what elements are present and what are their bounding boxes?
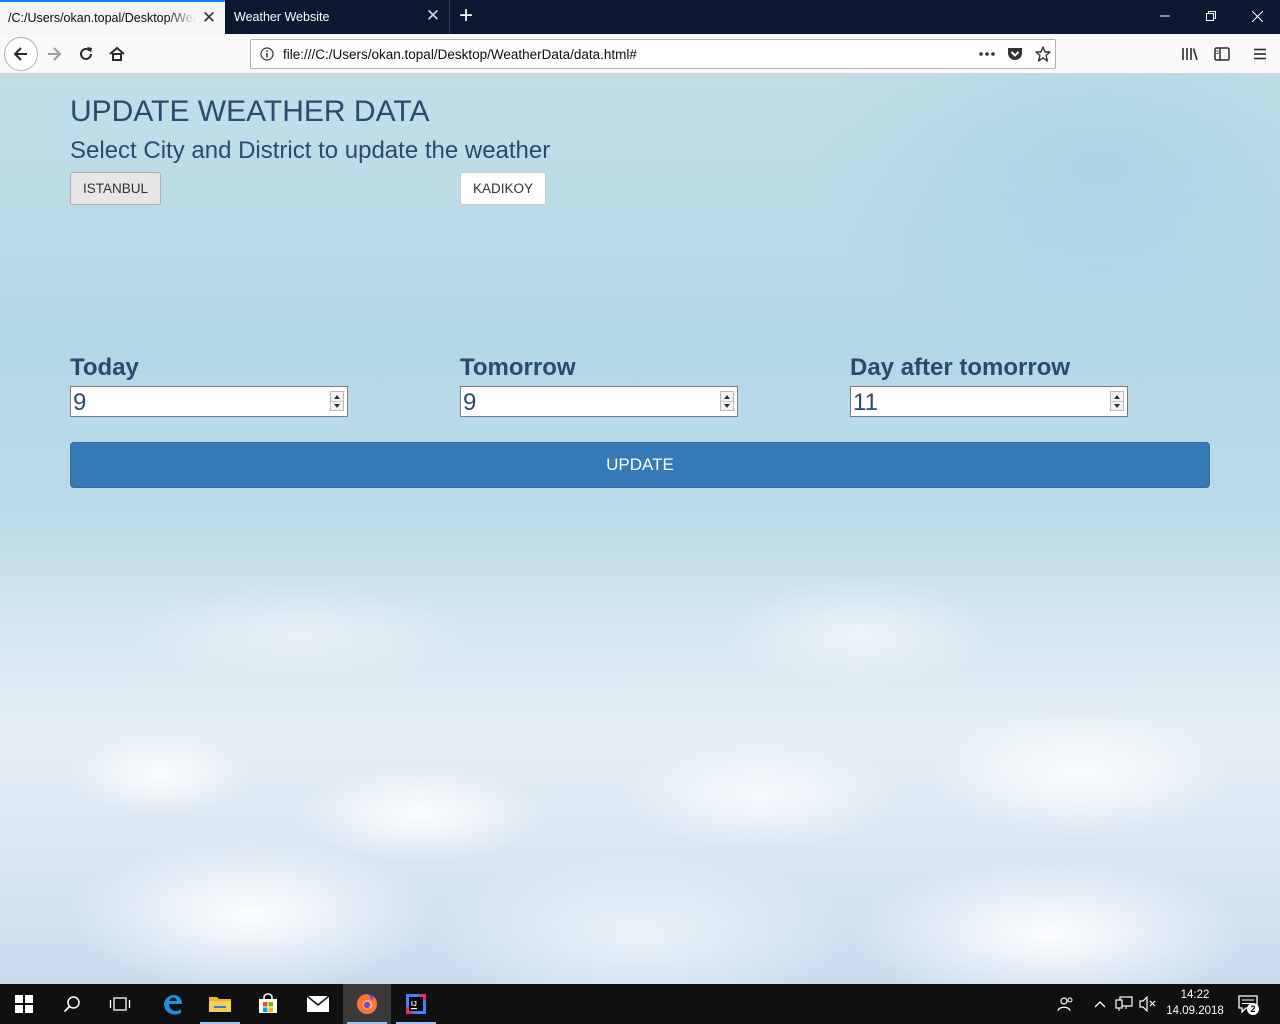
close-tab-icon[interactable]: ✕	[425, 7, 441, 24]
volume-muted-icon[interactable]	[1138, 994, 1158, 1014]
page-actions-icon[interactable]	[977, 52, 997, 56]
day-after-tomorrow: Day after tomorrow 11	[850, 354, 1130, 417]
number-spinner[interactable]	[720, 391, 734, 411]
menu-hamburger-icon[interactable]	[1244, 38, 1276, 70]
day-label: Tomorrow	[460, 354, 576, 381]
edge-icon[interactable]	[148, 984, 196, 1024]
forward-arrow-icon[interactable]	[38, 38, 70, 70]
system-clock[interactable]: 14:22 14.09.2018	[1160, 987, 1230, 1019]
home-icon[interactable]	[101, 38, 133, 70]
url-bar[interactable]: file:///C:/Users/okan.topal/Desktop/Weat…	[250, 39, 1056, 69]
sidebar-icon[interactable]	[1206, 38, 1238, 70]
windows-start-icon[interactable]	[0, 984, 48, 1024]
clock-time: 14:22	[1180, 989, 1210, 1001]
page-subtitle: Select City and District to update the w…	[70, 137, 551, 164]
store-icon[interactable]	[244, 984, 292, 1024]
back-arrow-icon[interactable]	[4, 37, 38, 71]
day-after-tomorrow-temperature-input[interactable]: 11	[850, 386, 1128, 417]
mail-icon[interactable]	[294, 984, 342, 1024]
page-viewport: UPDATE WEATHER DATA Select City and Dist…	[0, 74, 1280, 984]
tab-title: /C:/Users/okan.topal/Desktop/Weat	[8, 11, 196, 25]
network-icon[interactable]	[1114, 994, 1134, 1014]
file-explorer-icon[interactable]	[196, 984, 244, 1024]
search-icon[interactable]	[48, 984, 96, 1024]
district-select-button[interactable]: KADIKOY	[460, 172, 547, 205]
navigation-bar: file:///C:/Users/okan.topal/Desktop/Weat…	[0, 34, 1280, 74]
show-hidden-icons-chevron-icon[interactable]	[1090, 994, 1110, 1014]
tab-title: Weather Website	[234, 10, 330, 24]
spin-down-icon[interactable]	[721, 401, 733, 410]
day-label: Day after tomorrow	[850, 354, 1071, 381]
tab-data-page[interactable]: /C:/Users/okan.topal/Desktop/Weat ✕	[0, 0, 225, 34]
taskbar: IJ 14:22 14.09.2018 2	[0, 984, 1280, 1024]
svg-text:IJ: IJ	[411, 1001, 417, 1008]
people-icon[interactable]	[1056, 994, 1076, 1014]
clock-date: 14.09.2018	[1166, 1005, 1224, 1017]
bookmark-star-icon[interactable]	[1033, 46, 1053, 62]
number-spinner[interactable]	[330, 391, 344, 411]
input-value: 9	[73, 389, 87, 416]
spin-down-icon[interactable]	[331, 401, 343, 410]
city-select-button[interactable]: ISTANBUL	[70, 172, 162, 205]
url-text: file:///C:/Users/okan.topal/Desktop/Weat…	[283, 46, 637, 62]
day-today: Today 9	[70, 354, 350, 417]
update-button[interactable]: UPDATE	[70, 442, 1210, 488]
task-view-icon[interactable]	[96, 984, 144, 1024]
tab-strip: /C:/Users/okan.topal/Desktop/Weat ✕ Weat…	[0, 0, 1280, 34]
number-spinner[interactable]	[1110, 391, 1124, 411]
new-tab-plus-icon[interactable]: +	[452, 2, 480, 32]
today-temperature-input[interactable]: 9	[70, 386, 348, 417]
input-value: 9	[463, 389, 477, 416]
intellij-icon[interactable]: IJ	[392, 984, 440, 1024]
day-tomorrow: Tomorrow 9	[460, 354, 740, 417]
page-title: UPDATE WEATHER DATA	[70, 95, 430, 128]
tab-weather-website[interactable]: Weather Website ✕	[225, 0, 450, 34]
notification-count-badge: 2	[1247, 1003, 1259, 1015]
library-icon[interactable]	[1174, 38, 1206, 70]
reload-icon[interactable]	[70, 38, 102, 70]
restore-icon[interactable]	[1188, 0, 1234, 32]
firefox-icon[interactable]	[343, 984, 391, 1024]
tomorrow-temperature-input[interactable]: 9	[460, 386, 738, 417]
site-info-icon[interactable]	[260, 47, 274, 61]
close-window-icon[interactable]	[1234, 0, 1280, 32]
pocket-icon[interactable]	[1005, 47, 1025, 62]
day-label: Today	[70, 354, 139, 381]
close-tab-icon[interactable]: ✕	[201, 9, 217, 26]
input-value: 11	[853, 389, 878, 416]
minimize-icon[interactable]	[1142, 0, 1188, 32]
spin-down-icon[interactable]	[1111, 401, 1123, 410]
